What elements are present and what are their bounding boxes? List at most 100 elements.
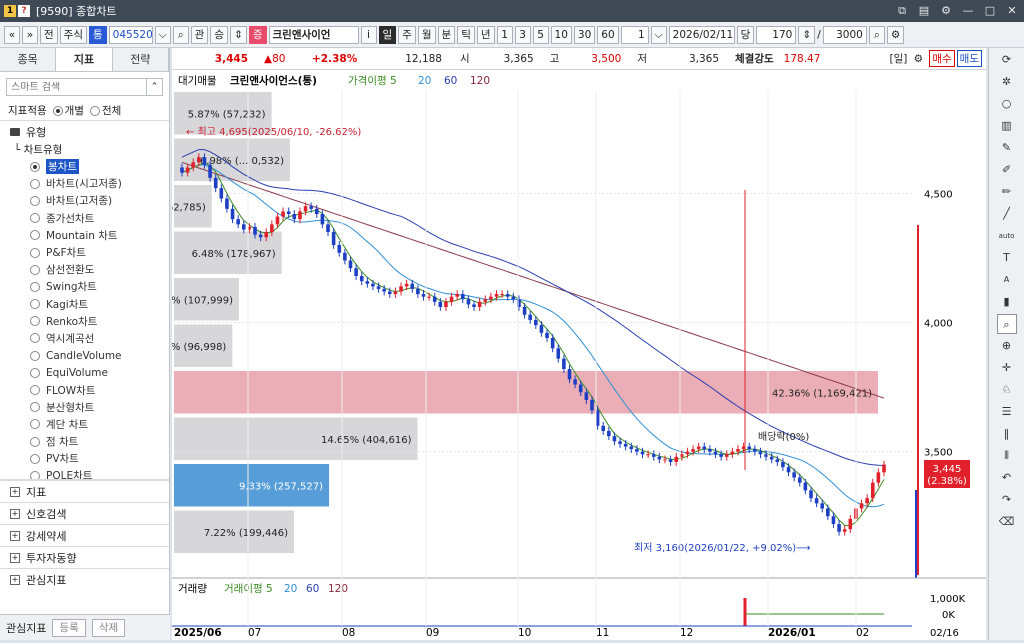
tab-indicators[interactable]: 지표 xyxy=(56,48,113,71)
chart-type-item[interactable]: 바차트(시고저종) xyxy=(0,175,169,192)
link-icon[interactable]: ⧉ xyxy=(894,3,910,19)
interval-5[interactable]: 5 xyxy=(532,25,549,44)
help-badge[interactable]: ? xyxy=(18,5,30,17)
chart-type-item[interactable]: 계단 차트 xyxy=(0,416,169,433)
period-week[interactable]: 주 xyxy=(398,25,416,44)
info-button[interactable]: i xyxy=(360,25,377,44)
zoom-plus-icon[interactable]: ⊕ xyxy=(997,336,1017,356)
undo-icon[interactable]: ↶ xyxy=(997,468,1017,488)
abc-icon[interactable]: A xyxy=(997,270,1017,290)
chart-type-item[interactable]: EquiVolume xyxy=(0,364,169,381)
date-input[interactable]: 2026/02/11 xyxy=(668,25,735,44)
search-icon[interactable]: ⌕ xyxy=(172,25,189,44)
chart-type-item[interactable]: Renko차트 xyxy=(0,313,169,330)
auto-icon[interactable]: auto xyxy=(997,226,1017,246)
vertical-lines-icon[interactable]: ‖ xyxy=(997,424,1017,444)
chart-type-item[interactable]: Swing차트 xyxy=(0,278,169,295)
jeon-button[interactable]: 전 xyxy=(40,25,58,44)
chart-type-item[interactable]: Kagi차트 xyxy=(0,296,169,313)
toolbar-settings-icon[interactable]: ⚙ xyxy=(886,25,905,44)
chart-type-item[interactable]: P&F차트 xyxy=(0,244,169,261)
redo-icon[interactable]: ↷ xyxy=(997,490,1017,510)
chart-type-item[interactable]: 봉차트 xyxy=(0,158,169,175)
chart-area[interactable]: 3,445 ▲80 +2.38% 12,188 시 3,365 고 3,500 … xyxy=(128,48,986,640)
gwan-button[interactable]: 관 xyxy=(190,25,209,44)
spinner-icon[interactable]: ⇕ xyxy=(798,25,816,44)
interval-3[interactable]: 3 xyxy=(514,25,531,44)
maximize-icon[interactable]: □ xyxy=(982,3,998,19)
trendline-icon[interactable]: ╱ xyxy=(997,204,1017,224)
pattern-icon[interactable]: ♘ xyxy=(997,380,1017,400)
refresh-icon[interactable]: ⟳ xyxy=(997,50,1017,70)
chart-settings-icon[interactable]: ⚙ xyxy=(911,53,925,65)
settings-icon[interactable]: ⚙ xyxy=(938,3,954,19)
tong-button[interactable]: 통 xyxy=(89,25,107,44)
opt-all[interactable]: 전체 xyxy=(89,103,121,118)
opt-individual[interactable]: 개별 xyxy=(52,103,84,118)
bars-icon[interactable]: ☰ xyxy=(997,402,1017,422)
interval-30[interactable]: 30 xyxy=(573,25,596,44)
max-count-input[interactable]: 3000 xyxy=(822,25,867,44)
delete-button[interactable]: 삭제 xyxy=(91,618,126,637)
candle-icon[interactable]: ▮ xyxy=(997,292,1017,312)
up-button[interactable]: 승 xyxy=(210,25,229,44)
section-signal-search[interactable]: + 신호검색 xyxy=(0,502,169,524)
gear-icon[interactable]: ✲ xyxy=(997,72,1017,92)
chart-type-item[interactable]: 바차트(고저종) xyxy=(0,192,169,209)
market-select[interactable]: 주식 xyxy=(59,25,87,44)
section-favorites[interactable]: + 관심지표 xyxy=(0,568,169,590)
tab-stocks[interactable]: 종목 xyxy=(0,48,57,71)
count-dropdown-icon[interactable]: ⌵ xyxy=(650,25,667,44)
prev-button[interactable]: « xyxy=(4,25,20,44)
chart-type-item[interactable]: POLE차트 xyxy=(0,467,169,479)
chart-type-item[interactable]: 점 차트 xyxy=(0,433,169,450)
chart-type-item[interactable]: 분산형차트 xyxy=(0,399,169,416)
eraser-icon[interactable]: ⌫ xyxy=(997,512,1017,532)
smart-search-input[interactable] xyxy=(7,81,146,93)
brush-icon[interactable]: ✏ xyxy=(997,182,1017,202)
minimize-icon[interactable]: — xyxy=(960,3,976,19)
sell-button[interactable]: 매도 xyxy=(956,50,982,67)
section-type[interactable]: 유형 xyxy=(0,120,169,142)
interval-1[interactable]: 1 xyxy=(496,25,513,44)
chart-type-item[interactable]: 역시계곡선 xyxy=(0,330,169,347)
buy-button[interactable]: 매수 xyxy=(929,50,955,67)
chart-type-item[interactable]: CandleVolume xyxy=(0,347,169,364)
bar-chart-icon[interactable]: ▥ xyxy=(997,116,1017,136)
chart-type-item[interactable]: 종가선차트 xyxy=(0,210,169,227)
next-button[interactable]: » xyxy=(22,25,38,44)
period-month[interactable]: 월 xyxy=(417,25,436,44)
display-count-input[interactable]: 170 xyxy=(756,25,797,44)
pen-icon[interactable]: ✐ xyxy=(997,160,1017,180)
close-icon[interactable]: ✕ xyxy=(1004,3,1020,19)
measure-icon[interactable]: ✎ xyxy=(997,138,1017,158)
section-strength[interactable]: + 강세약세 xyxy=(0,524,169,546)
period-minute[interactable]: 분 xyxy=(437,25,456,44)
code-dropdown-icon[interactable]: ⌵ xyxy=(154,25,171,44)
text-icon[interactable]: T xyxy=(997,248,1017,268)
stock-code-input[interactable]: 045520 xyxy=(108,25,153,44)
candlestick-chart[interactable]: 대기매물 크린앤사이언스(통) 가격이평 5 20 60 120 5.87% (57,232… xyxy=(128,70,986,640)
chart-type-item[interactable]: PV차트 xyxy=(0,450,169,467)
period-day[interactable]: 일 xyxy=(378,25,397,44)
crosshair-icon[interactable]: ✛ xyxy=(997,358,1017,378)
updown-icon[interactable]: ⇕ xyxy=(230,25,247,44)
grid-lines-icon[interactable]: ⦀ xyxy=(997,446,1017,466)
tab-strategy[interactable]: 전략 xyxy=(113,48,169,71)
register-button[interactable]: 등록 xyxy=(52,618,86,637)
count-input[interactable]: 1 xyxy=(620,25,649,44)
section-indicators[interactable]: + 지표 xyxy=(0,480,169,502)
section-investor-trend[interactable]: + 투자자동향 xyxy=(0,546,169,568)
interval-10[interactable]: 10 xyxy=(550,25,572,44)
dang-button[interactable]: 당 xyxy=(736,25,755,44)
chart-type-item[interactable]: Mountain 차트 xyxy=(0,227,169,244)
magnify-icon[interactable]: ⌕ xyxy=(996,314,1017,334)
period-year[interactable]: 년 xyxy=(476,25,495,44)
zoom-icon[interactable]: ⌕ xyxy=(868,25,885,44)
interval-60[interactable]: 60 xyxy=(597,25,619,44)
chart-type-item[interactable]: 삼선전환도 xyxy=(0,261,169,278)
window-list-icon[interactable]: ▤ xyxy=(916,3,932,19)
circle-icon[interactable]: ○ xyxy=(997,94,1017,114)
chart-type-item[interactable]: FLOW차트 xyxy=(0,381,169,398)
collapse-icon[interactable]: ⌃ xyxy=(146,79,162,95)
